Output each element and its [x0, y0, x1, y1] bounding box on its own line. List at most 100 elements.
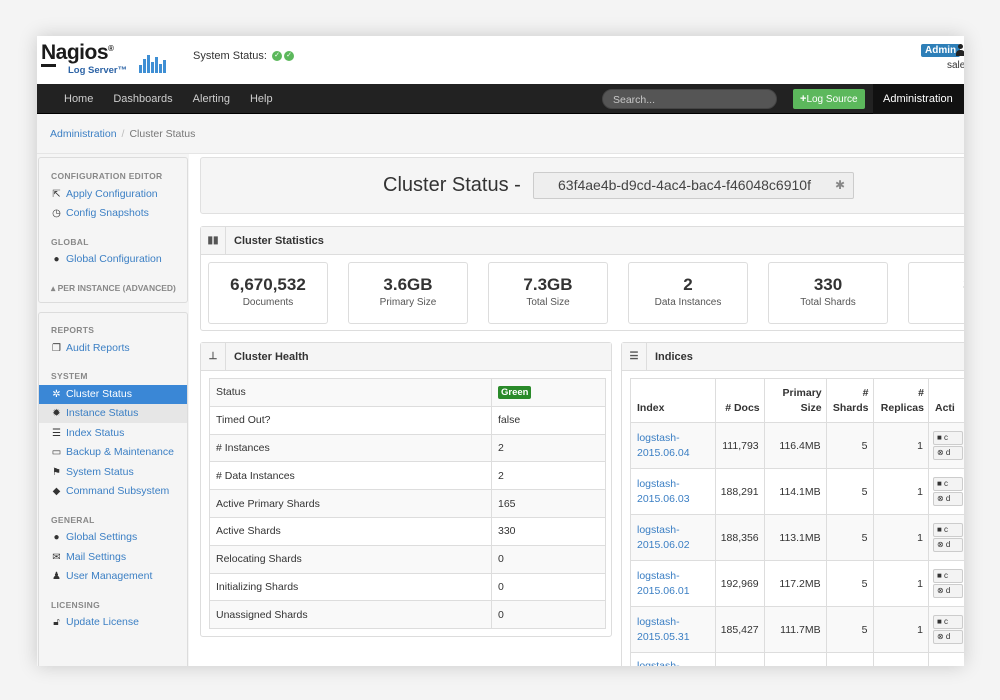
cog-icon: ✹ — [52, 408, 61, 419]
index-link[interactable]: logstash-2015.06.02 — [630, 514, 716, 561]
panel-header: ⊥ Cluster Health — [201, 343, 611, 371]
user-icon[interactable] — [956, 43, 964, 56]
lock-icon: 🔓︎ — [53, 617, 60, 628]
col-index[interactable]: Index — [630, 378, 716, 423]
panel-title: Cluster Health — [234, 351, 309, 363]
table-row: # Data Instances 2 — [209, 461, 606, 491]
sidebar-item-global-settings[interactable]: ● Global Settings — [39, 528, 187, 547]
sidebar-item-update-license[interactable]: 🔓︎ Update License — [39, 613, 187, 632]
index-docs: 111,793 — [714, 422, 765, 469]
external-link-icon: ⇱ — [52, 189, 61, 200]
index-shards — [825, 652, 874, 666]
sidebar-per-instance-toggle[interactable]: ▴ PER INSTANCE (ADVANCED) — [51, 283, 176, 294]
action-label: d — [945, 586, 951, 595]
sidebar: CONFIGURATION EDITOR ⇱ Apply Configuratio… — [37, 154, 189, 666]
index-size — [763, 652, 827, 666]
user-name[interactable]: sale — [947, 60, 964, 71]
delete-index-button[interactable]: ⊗ d — [932, 630, 963, 644]
sidebar-item-backup-maintenance[interactable]: ▭ Backup & Maintenance — [39, 443, 187, 462]
cluster-id-field[interactable]: 63f4ae4b-d9cd-4ac4-bac4-f46048c6910f ✱ — [533, 172, 854, 199]
close-index-button[interactable]: ■ c — [932, 431, 963, 445]
sidebar-item-command-subsystem[interactable]: ◆ Command Subsystem — [39, 482, 187, 501]
sidebar-item-audit-reports[interactable]: ❐ Audit Reports — [39, 339, 187, 358]
breadcrumb: Administration / Cluster Status — [37, 114, 964, 154]
panel-header: ☰ Indices — [622, 343, 964, 371]
hdd-icon: ▭ — [51, 447, 62, 458]
index-link[interactable]: logstash- — [630, 652, 716, 666]
table-row: logstash-2015.06.03 188,291 114.1MB 5 1 … — [630, 468, 964, 515]
close-index-button[interactable]: ■ c — [932, 477, 963, 491]
sidebar-item-global-configuration[interactable]: ● Global Configuration — [39, 250, 187, 269]
index-shards: 5 — [825, 422, 874, 469]
sidebar-config-box: CONFIGURATION EDITOR ⇱ Apply Configuratio… — [38, 157, 188, 303]
health-value: 2 — [491, 461, 606, 491]
breadcrumb-separator: / — [121, 128, 125, 140]
sidebar-item-cluster-status[interactable]: ✲ Cluster Status — [39, 385, 187, 404]
col-shards[interactable]: # Shards — [825, 378, 874, 423]
close-index-button[interactable]: ■ c — [932, 523, 963, 537]
table-row: Active Shards 330 — [209, 516, 606, 546]
col-docs[interactable]: # Docs — [714, 378, 765, 423]
system-status-label: System Status: — [193, 50, 267, 62]
sidebar-item-apply-configuration[interactable]: ⇱ Apply Configuration — [39, 185, 187, 204]
table-row: logstash-2015.06.01 192,969 117.2MB 5 1 … — [630, 560, 964, 607]
col-replicas[interactable]: # Replicas — [872, 378, 929, 423]
sidebar-item-label: User Management — [66, 570, 153, 582]
admin-badge: Admin — [921, 44, 961, 57]
index-link[interactable]: logstash-2015.06.04 — [630, 422, 716, 469]
delete-index-button[interactable]: ⊗ d — [932, 446, 963, 460]
close-index-button[interactable]: ■ c — [932, 615, 963, 629]
envelope-icon: ✉ — [52, 552, 61, 563]
ok-check-icon[interactable]: ✓ — [284, 51, 295, 62]
stat-label: Primary Size — [379, 297, 437, 308]
index-replicas: 1 — [872, 560, 929, 607]
nav-alerting[interactable]: Alerting — [183, 84, 240, 114]
index-shards: 5 — [825, 606, 874, 653]
sidebar-item-label: Update License — [66, 616, 139, 628]
delete-index-button[interactable]: ⊗ d — [932, 492, 963, 506]
delete-index-button[interactable]: ⊗ d — [932, 538, 963, 552]
index-link[interactable]: logstash-2015.06.01 — [630, 560, 716, 607]
cube-icon: ◆ — [52, 486, 61, 497]
index-replicas: 1 — [872, 514, 929, 561]
sidebar-item-mail-settings[interactable]: ✉ Mail Settings — [39, 548, 187, 567]
breadcrumb-administration[interactable]: Administration — [50, 128, 117, 140]
health-key: # Instances — [209, 433, 492, 463]
search-input[interactable]: Search... — [602, 89, 777, 109]
stat-label: Documents — [242, 297, 294, 308]
add-log-source-button[interactable]: +Log Source — [793, 89, 865, 109]
col-primary-size[interactable]: Primary Size — [763, 378, 827, 423]
health-value: 165 — [491, 489, 606, 518]
nagios-logo[interactable]: Nagios® Log Server™ — [41, 41, 166, 79]
stat-value: 3.6GB — [383, 275, 433, 294]
health-value: 0 — [491, 544, 606, 574]
stat-primary-size: 3.6GB Primary Size — [348, 262, 468, 324]
index-actions: ■ c ⊗ d — [927, 560, 964, 607]
sidebar-item-label: Global Settings — [66, 531, 138, 543]
nav-help[interactable]: Help — [240, 84, 283, 114]
sidebar-item-config-snapshots[interactable]: ◷ Config Snapshots — [39, 204, 187, 223]
delete-index-button[interactable]: ⊗ d — [932, 584, 963, 598]
nav-dashboards[interactable]: Dashboards — [103, 84, 182, 114]
sidebar-item-index-status[interactable]: ☰ Index Status — [39, 424, 187, 443]
nav-administration[interactable]: Administration — [873, 84, 964, 114]
ok-check-icon[interactable]: ✓ — [272, 51, 283, 62]
close-index-button[interactable]: ■ c — [932, 569, 963, 583]
sidebar-item-user-management[interactable]: ♟ User Management — [39, 567, 187, 586]
sidebar-item-label: Apply Configuration — [66, 188, 158, 200]
table-row: logstash-2015.06.04 111,793 116.4MB 5 1 … — [630, 422, 964, 469]
index-replicas — [872, 652, 929, 666]
sidebar-item-label: System Status — [66, 466, 134, 478]
sidebar-item-system-status[interactable]: ⚑ System Status — [39, 463, 187, 482]
caret-up-icon: ▴ — [51, 283, 58, 293]
index-link[interactable]: logstash-2015.06.03 — [630, 468, 716, 515]
sidebar-item-instance-status[interactable]: ✹ Instance Status — [39, 404, 187, 423]
index-actions: ■ c ⊗ d — [927, 606, 964, 653]
stat-data-instances: 2 Data Instances — [628, 262, 748, 324]
sidebar-item-label: Command Subsystem — [66, 485, 170, 497]
nav-home[interactable]: Home — [54, 84, 103, 114]
sidebar-heading-global: GLOBAL — [51, 237, 89, 247]
action-label: c — [944, 617, 949, 626]
health-value: 0 — [491, 572, 606, 602]
index-link[interactable]: logstash-2015.05.31 — [630, 606, 716, 653]
